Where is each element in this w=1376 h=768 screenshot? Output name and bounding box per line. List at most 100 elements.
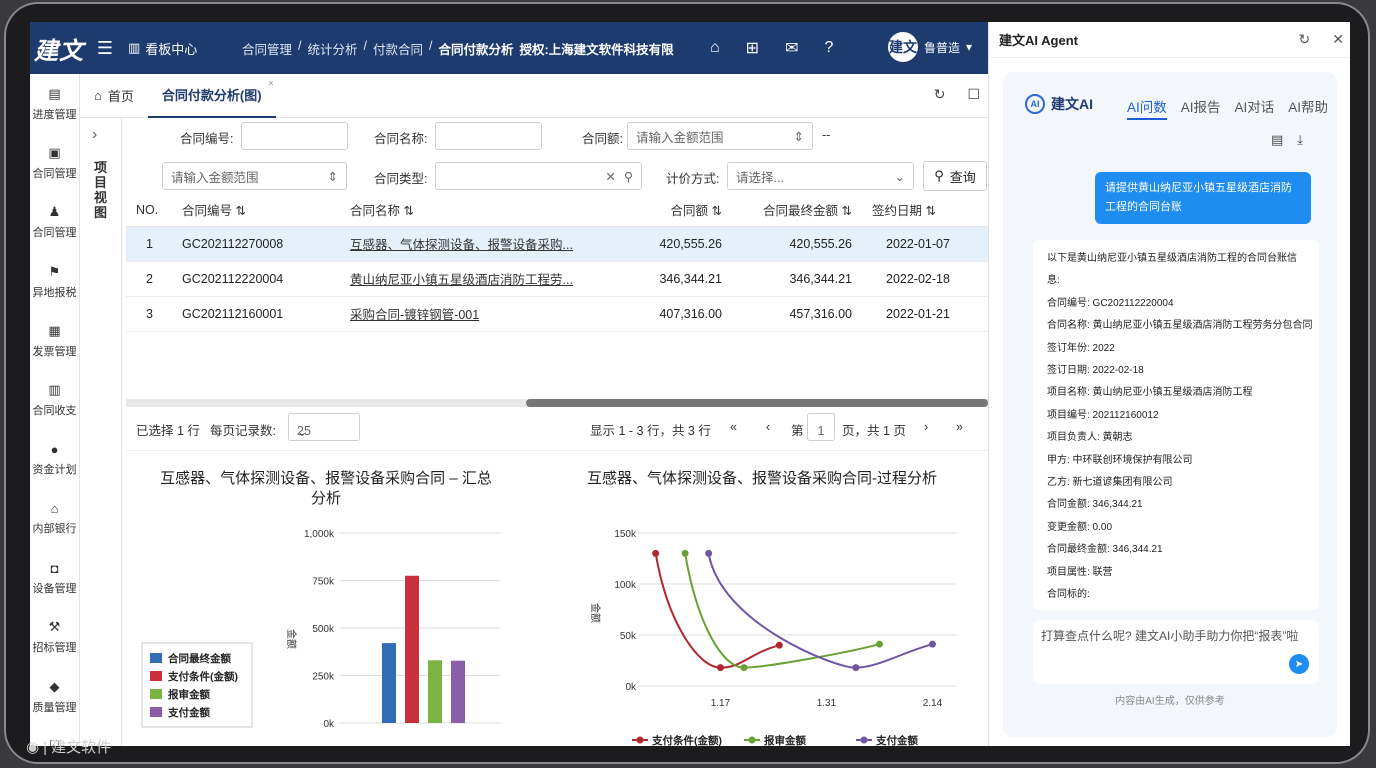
ai-tab-chat[interactable]: AI对话 <box>1235 96 1275 120</box>
sidebar-item[interactable]: ▣ 合同管理 <box>30 133 79 192</box>
sidebar-item[interactable]: ▦ 发票管理 <box>30 311 79 370</box>
diamond-icon: ◆ <box>49 678 60 694</box>
sort-icon[interactable]: ⇅ <box>842 204 852 218</box>
table-row[interactable]: 1 GC202112270008 互感器、气体探测设备、报警设备采购... 420,5… <box>126 226 988 262</box>
reply-line: 合同金额: 346,344.21 <box>1047 499 1143 511</box>
data-point <box>716 664 724 672</box>
menu-icon[interactable]: ☰ <box>90 38 120 59</box>
sort-icon[interactable]: ⇅ <box>926 204 936 218</box>
refresh-icon[interactable]: ↻ <box>934 86 946 103</box>
sidebar-item[interactable]: ▥ 合同收支 <box>30 370 79 429</box>
contract-no-label: 合同编号: <box>180 132 234 146</box>
org-chart-icon[interactable]: ⊞ <box>746 38 759 58</box>
sort-icon[interactable]: ⇅ <box>404 204 414 218</box>
cell-final-amount: 346,344.21 <box>732 261 862 297</box>
cell-code: GC202112220004 <box>172 261 340 297</box>
first-page-icon[interactable]: « <box>730 420 737 434</box>
contract-name-input[interactable] <box>435 122 542 150</box>
maximize-icon[interactable]: ☐ <box>967 86 980 103</box>
legend-label: 支付金额 <box>875 734 918 746</box>
folder-icon: ▦ <box>48 322 61 338</box>
cell-name-link[interactable]: 采购合同-镀锌钢管-001 <box>340 296 602 332</box>
close-icon[interactable]: ✕ <box>1332 31 1344 48</box>
sort-icon[interactable]: ⇅ <box>712 204 722 218</box>
breadcrumb-item[interactable]: 合同管理 <box>242 39 292 58</box>
sidebar-item[interactable]: ● 资金计划 <box>30 430 79 489</box>
copy-icon[interactable]: ▤ <box>1271 132 1283 148</box>
amount-max-input[interactable]: 请输入金额范围 ⇕ <box>162 162 347 190</box>
tab-contract-payment-analysis[interactable]: 合同付款分析(图) × <box>147 74 276 118</box>
search-icon: ⚲ <box>934 168 944 183</box>
tab-home[interactable]: ⌂ 首页 <box>80 74 148 118</box>
chevron-right-icon[interactable]: › <box>92 126 97 144</box>
sidebar-item[interactable]: ⚒ 招标管理 <box>30 608 79 667</box>
sort-icon[interactable]: ⇅ <box>236 204 246 218</box>
help-icon[interactable]: ? <box>824 39 833 57</box>
sidebar-item[interactable]: ♟ 合同管理 <box>30 193 79 252</box>
clear-icon[interactable]: ✕ <box>605 169 615 184</box>
cell-code: GC202112160001 <box>172 296 340 332</box>
page-prefix: 第 <box>791 424 804 438</box>
sidebar-item[interactable]: ▤ 进度管理 <box>30 74 79 133</box>
query-button[interactable]: ⚲ 查询 <box>923 161 987 191</box>
sidebar-item[interactable]: ◆ 质量管理 <box>30 667 79 726</box>
pricing-method-select[interactable]: 请选择... ⌄ <box>727 162 914 190</box>
close-icon[interactable]: × <box>268 78 273 88</box>
legend-label: 报审金额 <box>168 688 210 701</box>
reply-line: 息: <box>1047 275 1060 287</box>
last-page-icon[interactable]: » <box>956 420 963 434</box>
project-view-panel[interactable]: › 项目视图 <box>82 118 122 746</box>
left-nav: ▤ 进度管理 ▣ 合同管理 ♟ 合同管理 ⚑ 异地报税 ▦ 发票管理 ▥ 合同收支 ● 资金计划 ⌂ 内部银行… <box>30 74 80 746</box>
col-date[interactable]: 签约日期 ⇅ <box>862 194 988 227</box>
contract-table: NO. 合同编号 ⇅ 合同名称 ⇅ 合同额 ⇅ 合同最终金额 ⇅ 签约日期 ⇅ … <box>126 194 988 404</box>
bank-icon: ⌂ <box>50 501 59 517</box>
amount-min-input[interactable]: 请输入金额范围 ⇕ <box>627 122 813 150</box>
breadcrumb-item[interactable]: 付款合同 <box>373 39 423 58</box>
sidebar-item-label: 进度管理 <box>32 108 77 121</box>
cell-name-link[interactable]: 互感器、气体探测设备、报警设备采购... <box>340 226 602 262</box>
table-header-row: NO. 合同编号 ⇅ 合同名称 ⇅ 合同额 ⇅ 合同最终金额 ⇅ 签约日期 ⇅ <box>126 194 988 227</box>
ai-chat-input[interactable]: 打算查点什么呢? 建文AI小助手助力你把“报表”啦 ➤ <box>1033 620 1319 684</box>
cell-date: 2022-02-18 <box>862 261 988 297</box>
ai-tab-help[interactable]: AI帮助 <box>1288 96 1328 120</box>
per-page-label: 每页记录数: <box>210 424 276 438</box>
col-name[interactable]: 合同名称 ⇅ <box>340 194 602 227</box>
prev-page-icon[interactable]: ‹ <box>766 420 770 434</box>
spinner-icon[interactable]: ⇕ <box>328 169 338 184</box>
refresh-icon[interactable]: ↻ <box>1299 31 1311 48</box>
table-row[interactable]: 2 GC202112220004 黄山纳尼亚小镇五星级酒店消防工程劳... 346,3… <box>126 261 988 297</box>
wechat-icon[interactable]: ✉ <box>785 38 798 58</box>
per-page-select[interactable]: 25 ⌄ <box>288 413 360 441</box>
spinner-icon[interactable]: ⇕ <box>794 129 804 144</box>
col-final-amount[interactable]: 合同最终金额 ⇅ <box>732 194 862 227</box>
scrollbar-thumb[interactable] <box>526 399 988 407</box>
download-icon[interactable]: ⤓ <box>1297 132 1303 148</box>
table-row[interactable]: 3 GC202112160001 采购合同-镀锌钢管-001 407,316.00 45… <box>126 296 988 332</box>
cell-name-link[interactable]: 黄山纳尼亚小镇五星级酒店消防工程劳... <box>340 261 602 297</box>
reply-line: 合同标的: <box>1047 589 1090 601</box>
ai-tab-report[interactable]: AI报告 <box>1181 96 1221 120</box>
dashboard-link[interactable]: ▥ 看板中心 <box>128 39 228 58</box>
contract-no-input[interactable] <box>241 122 348 150</box>
horizontal-scrollbar[interactable] <box>126 399 988 407</box>
col-code[interactable]: 合同编号 ⇅ <box>172 194 340 227</box>
home-icon[interactable]: ⌂ <box>710 39 720 57</box>
reply-line: 以下是黄山纳尼亚小镇五星级酒店消防工程的合同台账信 <box>1047 253 1297 264</box>
contract-type-select[interactable]: ✕ ⚲ <box>435 162 642 190</box>
sidebar-item[interactable]: ⚑ 异地报税 <box>30 252 79 311</box>
reply-line: 项目编号: 202112160012 <box>1047 409 1159 421</box>
search-icon[interactable]: ⚲ <box>624 169 633 184</box>
sidebar-item[interactable]: ◘ 设备管理 <box>30 548 79 607</box>
sidebar-item[interactable]: ⌂ 内部银行 <box>30 489 79 548</box>
send-icon[interactable]: ➤ <box>1289 654 1309 674</box>
person-icon: ♟ <box>48 204 61 220</box>
breadcrumb-item[interactable]: 统计分析 <box>308 39 358 58</box>
col-amount[interactable]: 合同额 ⇅ <box>602 194 732 227</box>
ai-tab-query[interactable]: AI问数 <box>1127 96 1167 120</box>
range-dash: -- <box>822 128 831 142</box>
page-input[interactable]: 1 <box>807 413 835 441</box>
reply-line: 合同名称: 黄山纳尼亚小镇五星级酒店消防工程劳务分包合同 <box>1047 320 1313 332</box>
user-menu[interactable]: 建文 鲁普造 ▾ <box>888 32 972 62</box>
next-page-icon[interactable]: › <box>924 420 928 434</box>
y-tick-label: 100k <box>614 580 637 591</box>
